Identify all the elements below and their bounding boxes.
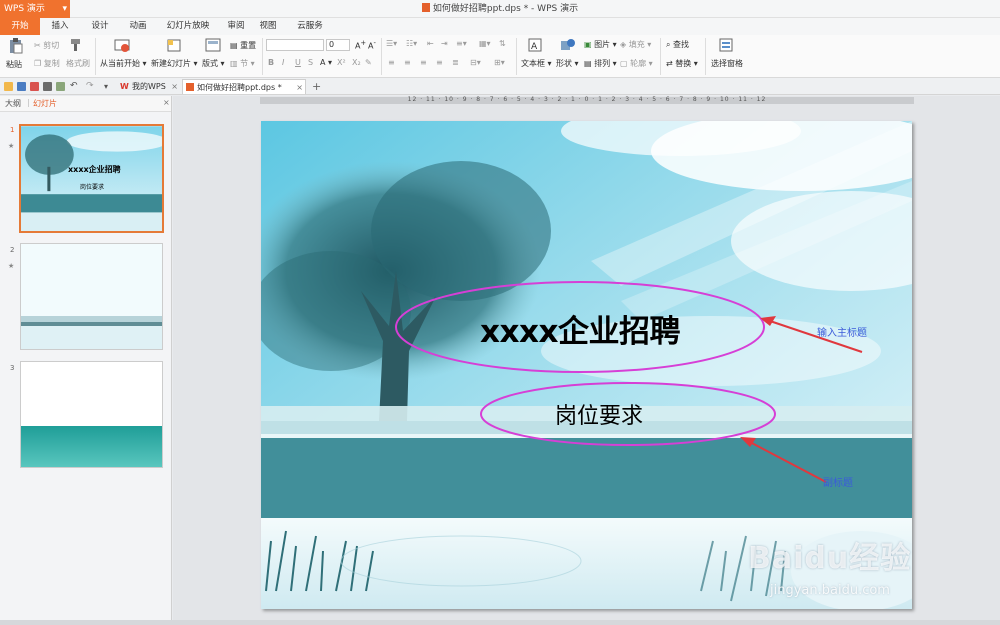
subtitle-arrow-head (740, 437, 756, 447)
title-highlight-ellipse (395, 281, 765, 373)
subtitle-highlight-ellipse (480, 382, 776, 446)
status-bar (0, 620, 1000, 625)
baidu-jingyan-watermark: Baidu经验 (748, 541, 912, 576)
annotation-overlay (395, 281, 863, 483)
subtitle-annotation: 副标题 (823, 478, 853, 489)
subtitle-arrow (747, 440, 827, 483)
watermark-url: jingyan.baidu.com (770, 583, 890, 598)
title-annotation: 输入主标题 (817, 328, 867, 339)
